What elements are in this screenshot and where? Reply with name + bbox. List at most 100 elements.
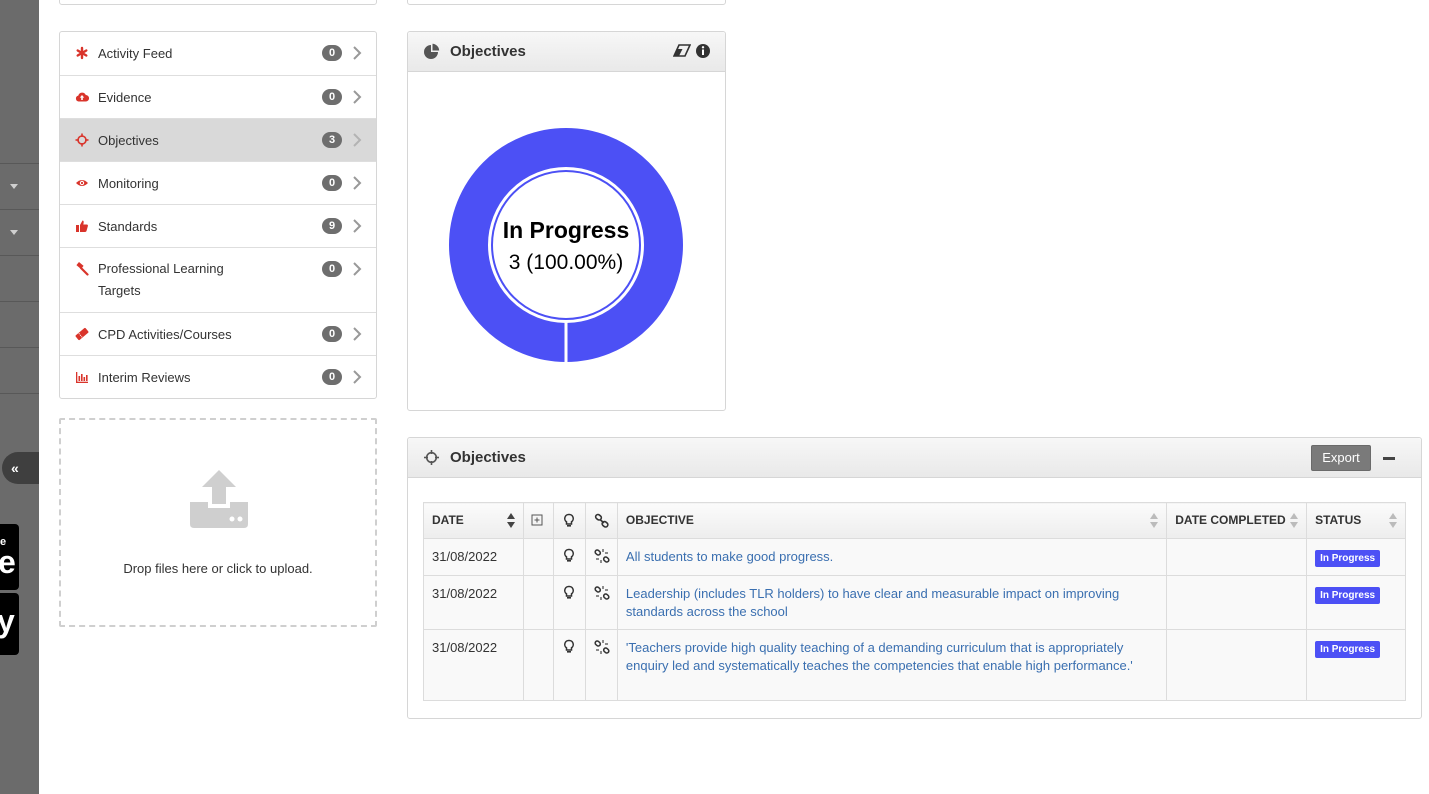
cell-status: In Progress [1306,575,1406,630]
crosshairs-icon [75,133,89,147]
donut-chart-svg: In Progress 3 (100.00%) [449,128,683,363]
dropzone-text: Drop files here or click to upload. [123,561,313,576]
rail-item[interactable] [0,393,39,439]
count-badge: 0 [322,261,342,277]
lightbulb-icon [563,639,577,655]
plus-square-icon [531,513,545,529]
cell-idea[interactable] [552,575,586,630]
column-header-expand[interactable] [522,502,554,539]
objectives-table: DATE OBJECTIVE DATE COMPLETED STATUS 31/… [423,502,1406,701]
info-icon[interactable] [695,43,711,64]
menu-item-label: Interim Reviews [98,370,191,385]
rail-item[interactable] [0,255,39,301]
rail-item[interactable] [0,209,39,255]
menu-item-label: Evidence [98,90,152,105]
unlink-icon [594,548,610,564]
top-panel-edge [59,0,377,5]
chevron-right-icon [352,89,362,105]
column-header-status[interactable]: STATUS [1306,502,1406,539]
cell-links[interactable] [584,575,618,630]
menu-item-label: CPD Activities/Courses [98,327,232,342]
panel-header: Objectives [408,32,725,72]
column-label: DATE [432,513,464,527]
unlink-icon [594,639,610,655]
cell-idea[interactable] [552,538,586,576]
column-label: STATUS [1315,513,1362,527]
file-dropzone[interactable]: Drop files here or click to upload. [59,418,377,627]
column-header-date-completed[interactable]: DATE COMPLETED [1166,502,1308,539]
thumbs-up-icon [75,219,89,233]
menu-item-standards[interactable]: Standards 9 [60,204,376,247]
column-label: OBJECTIVE [625,513,694,527]
rail-item[interactable] [0,301,39,347]
ticket-icon [75,327,89,341]
chevron-right-icon [352,45,362,61]
chevron-right-icon [352,175,362,191]
cell-objective-link[interactable]: All students to make good progress. [616,538,1168,576]
donut-center [491,170,641,320]
lightbulb-icon [563,513,577,529]
collapse-panel-button[interactable] [1383,449,1397,467]
eraser-icon[interactable] [672,43,692,64]
menu-item-evidence[interactable]: Evidence 0 [60,75,376,118]
table-row[interactable]: 31/08/2022 Leadership (includes TLR hold… [423,575,1406,630]
table-header-row: DATE OBJECTIVE DATE COMPLETED STATUS [423,502,1406,539]
sort-icon [1389,513,1398,529]
count-badge: 0 [322,45,342,61]
cell-objective-link[interactable]: Leadership (includes TLR holders) to hav… [616,575,1168,630]
cell-expand [522,538,554,576]
top-panel-edge [407,0,726,5]
eye-icon [75,176,89,190]
app-store-badge[interactable]: e e [0,524,19,590]
column-header-idea[interactable] [552,502,586,539]
count-badge: 0 [322,175,342,191]
cell-date-completed [1166,575,1308,630]
donut-chart: In Progress 3 (100.00%) [408,72,725,410]
status-badge: In Progress [1315,550,1381,567]
play-store-badge[interactable]: y [0,593,19,655]
badge-large-text: e [0,544,16,580]
menu-item-monitoring[interactable]: Monitoring 0 [60,161,376,204]
status-badge: In Progress [1315,641,1381,658]
bar-chart-icon [75,370,89,384]
cell-expand [522,575,554,630]
menu-item-activity-feed[interactable]: Activity Feed 0 [60,32,376,75]
menu-item-interim-reviews[interactable]: Interim Reviews 0 [60,355,376,398]
rail-item[interactable] [0,347,39,393]
pie-chart-icon [423,43,440,60]
cell-links[interactable] [584,629,618,701]
unlink-icon [594,585,610,601]
menu-item-cpd-activities[interactable]: CPD Activities/Courses 0 [60,312,376,355]
cell-objective-link[interactable]: 'Teachers provide high quality teaching … [616,629,1168,701]
column-header-date[interactable]: DATE [423,502,524,539]
section-menu: Activity Feed 0 Evidence 0 Objectives 3 … [59,31,377,399]
count-badge: 0 [322,326,342,342]
cell-links[interactable] [584,538,618,576]
menu-item-label: Activity Feed [98,46,173,61]
export-button[interactable]: Export [1311,445,1371,471]
badge-large-text: y [0,603,15,639]
link-icon [594,513,609,529]
chevron-right-icon [352,132,362,148]
objectives-chart-panel: Objectives In Progress 3 (100.00%) [407,31,726,411]
cell-idea[interactable] [552,629,586,701]
status-badge: In Progress [1315,587,1381,604]
left-rail: « e e y [0,0,39,794]
chevron-right-icon [352,218,362,234]
table-row[interactable]: 31/08/2022 All students to make good pro… [423,538,1406,576]
menu-item-professional-learning-targets[interactable]: Professional Learning Targets 0 [60,247,376,312]
crosshairs-icon [423,449,440,466]
upload-icon [188,468,250,530]
cell-status: In Progress [1306,538,1406,576]
column-header-objective[interactable]: OBJECTIVE [616,502,1168,539]
panel-title: Objectives [450,449,526,466]
cell-date-completed [1166,538,1308,576]
column-header-links[interactable] [584,502,618,539]
panel-header: Objectives Export [408,438,1421,478]
menu-item-objectives[interactable]: Objectives 3 [60,118,376,161]
rail-item[interactable] [0,163,39,209]
collapse-sidebar-button[interactable]: « [2,452,39,484]
table-row[interactable]: 31/08/2022 'Teachers provide high qualit… [423,629,1406,701]
count-badge: 0 [322,369,342,385]
sort-icon [1150,513,1159,529]
